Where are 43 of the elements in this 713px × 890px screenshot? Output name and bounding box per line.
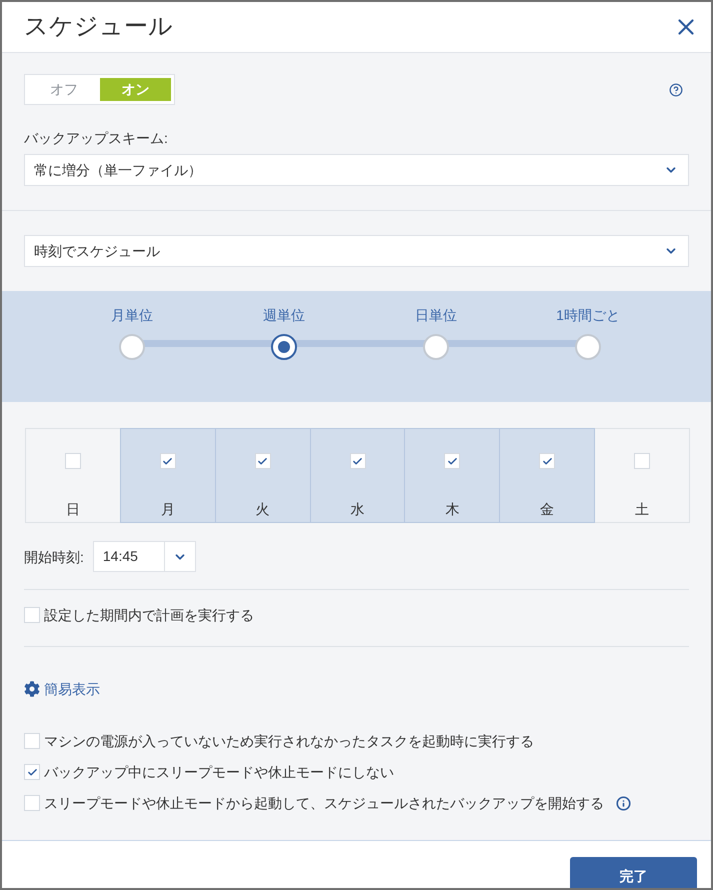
- checkbox-label: マシンの電源が入っていないため実行されなかったタスクを起動時に実行する: [44, 732, 534, 751]
- simple-view-link[interactable]: 簡易表示: [24, 679, 100, 699]
- gear-icon: [24, 681, 40, 697]
- frequency-option[interactable]: 週単位: [208, 305, 360, 360]
- checkbox[interactable]: [254, 453, 271, 469]
- checkbox[interactable]: [24, 764, 40, 780]
- field-label: バックアップスキーム:: [24, 129, 169, 148]
- frequency-option[interactable]: 日単位: [360, 305, 512, 360]
- time-field[interactable]: 14:45: [92, 541, 165, 572]
- checkbox[interactable]: [539, 453, 556, 469]
- day-cell[interactable]: 月: [120, 428, 216, 523]
- select-field[interactable]: 時刻でスケジュール: [24, 235, 689, 267]
- select-field[interactable]: 常に増分（単一ファイル）: [24, 154, 689, 186]
- check-icon: [446, 456, 458, 466]
- day-cell[interactable]: 火: [214, 428, 311, 523]
- checkbox[interactable]: [444, 453, 460, 469]
- info-icon[interactable]: [616, 796, 631, 810]
- day-cell[interactable]: 土: [594, 428, 690, 523]
- day-cell[interactable]: 水: [310, 428, 406, 523]
- day-cell[interactable]: 日: [25, 428, 121, 523]
- checkbox[interactable]: [24, 607, 40, 623]
- checkbox[interactable]: [350, 453, 366, 469]
- frequency-option[interactable]: 月単位: [56, 305, 208, 360]
- help-icon[interactable]: [669, 82, 683, 96]
- day-cell[interactable]: 金: [499, 428, 596, 523]
- frequency-option[interactable]: 1時間ごと: [512, 305, 664, 360]
- checkbox[interactable]: [24, 733, 40, 749]
- day-cell[interactable]: 木: [404, 428, 500, 523]
- checkbox[interactable]: [160, 453, 176, 469]
- check-icon: [162, 456, 174, 466]
- dialog-title: スケジュール: [24, 12, 173, 42]
- check-icon: [26, 766, 38, 778]
- check-icon: [257, 456, 268, 466]
- checkbox-label: スリープモードや休止モードから起動して、スケジュールされたバックアップを開始する: [44, 794, 604, 813]
- checkbox-label: バックアップ中にスリープモードや休止モードにしない: [44, 763, 394, 782]
- check-icon: [352, 456, 363, 466]
- checkbox[interactable]: [24, 795, 40, 811]
- check-icon: [542, 456, 553, 466]
- checkbox[interactable]: [64, 453, 81, 469]
- checkbox[interactable]: [634, 453, 650, 469]
- done-button[interactable]: 完了: [570, 857, 697, 888]
- checkbox-label: 設定した期間内で計画を実行する: [44, 606, 254, 625]
- field-label: 開始時刻:: [24, 548, 84, 566]
